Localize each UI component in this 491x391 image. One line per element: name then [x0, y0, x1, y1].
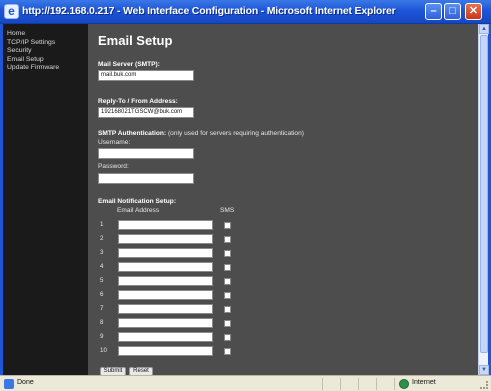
sms-checkbox-5[interactable]: [224, 278, 231, 285]
window-title: http://192.168.0.217 - Web Interface Con…: [22, 5, 396, 17]
ie-icon: e: [4, 4, 19, 19]
username-label: Username:: [98, 139, 131, 146]
row-number: 3: [100, 249, 104, 256]
sms-checkbox-9[interactable]: [224, 334, 231, 341]
sms-checkbox-10[interactable]: [224, 348, 231, 355]
email-address-column-header: Email Address: [117, 207, 160, 214]
sidebar-item-home[interactable]: Home: [3, 30, 88, 39]
sidebar-item-email-setup[interactable]: Email Setup: [3, 56, 88, 65]
email-address-input-2[interactable]: [118, 234, 213, 244]
email-address-input-3[interactable]: [118, 248, 213, 258]
row-number: 1: [100, 221, 104, 228]
email-address-input-5[interactable]: [118, 276, 213, 286]
row-number: 5: [100, 277, 104, 284]
mail-server-input[interactable]: mail.buk.com: [98, 70, 194, 81]
row-number: 4: [100, 263, 104, 270]
email-address-input-7[interactable]: [118, 304, 213, 314]
password-input[interactable]: [98, 173, 194, 184]
row-number: 10: [100, 347, 107, 354]
sms-checkbox-8[interactable]: [224, 320, 231, 327]
vertical-scrollbar[interactable]: ▲ ▼: [478, 24, 489, 375]
sms-checkbox-3[interactable]: [224, 250, 231, 257]
sidebar-item-update-firmware[interactable]: Update Firmware: [3, 64, 88, 73]
submit-button[interactable]: Submit: [100, 367, 126, 375]
close-button[interactable]: ✕: [465, 3, 482, 20]
row-number: 8: [100, 319, 104, 326]
status-divider: [322, 378, 323, 390]
row-number: 2: [100, 235, 104, 242]
sidebar-item-tcpip-settings[interactable]: TCP/IP Settings: [3, 39, 88, 48]
reply-to-label: Reply-To / From Address:: [98, 98, 178, 105]
row-number: 6: [100, 291, 104, 298]
page-done-icon: [4, 379, 14, 389]
internet-globe-icon: [399, 379, 409, 389]
minimize-button[interactable]: –: [425, 3, 442, 20]
email-address-input-4[interactable]: [118, 262, 213, 272]
status-text: Done: [17, 379, 34, 386]
main-content: Email Setup Mail Server (SMTP): mail.buk…: [88, 24, 478, 375]
scroll-thumb[interactable]: [480, 35, 488, 353]
sms-column-header: SMS: [220, 207, 235, 214]
password-label: Password:: [98, 163, 129, 170]
scroll-down-arrow-icon[interactable]: ▼: [479, 365, 489, 375]
smtp-auth-label: SMTP Authentication: (only used for serv…: [98, 130, 304, 137]
mail-server-label: Mail Server (SMTP):: [98, 61, 160, 68]
status-divider: [376, 378, 377, 390]
sms-checkbox-1[interactable]: [224, 222, 231, 229]
window-titlebar: e http://192.168.0.217 - Web Interface C…: [0, 0, 491, 24]
email-address-input-9[interactable]: [118, 332, 213, 342]
row-number: 7: [100, 305, 104, 312]
sms-checkbox-7[interactable]: [224, 306, 231, 313]
sms-checkbox-6[interactable]: [224, 292, 231, 299]
username-input[interactable]: [98, 148, 194, 159]
email-address-input-10[interactable]: [118, 346, 213, 356]
email-address-input-6[interactable]: [118, 290, 213, 300]
status-bar: Done Internet: [0, 375, 491, 391]
email-address-input-8[interactable]: [118, 318, 213, 328]
maximize-button[interactable]: □: [444, 3, 461, 20]
sms-checkbox-4[interactable]: [224, 264, 231, 271]
smtp-auth-title: SMTP Authentication:: [98, 130, 167, 137]
email-address-input-1[interactable]: [118, 220, 213, 230]
status-divider: [394, 378, 395, 390]
status-divider: [358, 378, 359, 390]
security-zone-text: Internet: [412, 379, 436, 386]
reset-button[interactable]: Reset: [129, 367, 153, 375]
sidebar-nav: Home TCP/IP Settings Security Email Setu…: [3, 24, 88, 375]
row-number: 9: [100, 333, 104, 340]
sms-checkbox-2[interactable]: [224, 236, 231, 243]
smtp-auth-note: (only used for servers requiring authent…: [167, 130, 304, 137]
status-divider: [340, 378, 341, 390]
reply-to-input[interactable]: 192168021TGSCW@buk.com: [98, 107, 194, 118]
scroll-up-arrow-icon[interactable]: ▲: [479, 24, 489, 34]
email-notification-label: Email Notification Setup:: [98, 198, 177, 205]
sidebar-item-security[interactable]: Security: [3, 47, 88, 56]
resize-grip-icon[interactable]: [480, 381, 488, 389]
page-title: Email Setup: [98, 33, 173, 48]
